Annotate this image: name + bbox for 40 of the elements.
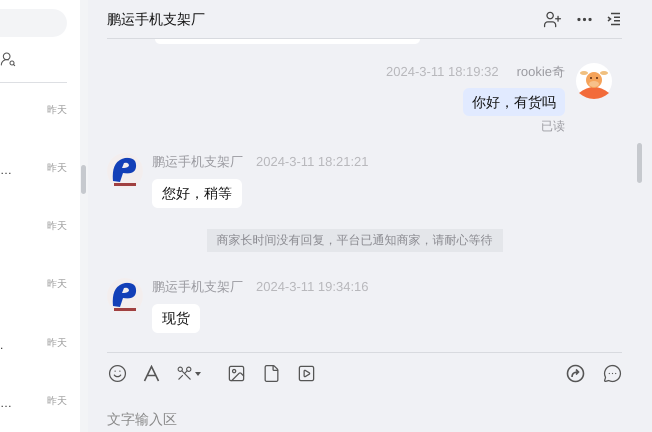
contact-search-icon[interactable] — [0, 51, 16, 68]
conversation-time: 昨天 — [47, 104, 67, 118]
conversation-time: 昨天 — [47, 220, 67, 234]
message-bubble: 您好，稍等 — [152, 179, 242, 208]
conversation-time: 昨天 — [47, 278, 67, 292]
screenshot-button[interactable] — [176, 365, 201, 382]
scrollbar-thumb[interactable] — [637, 143, 642, 183]
message-bubble: 现货 — [152, 304, 200, 333]
caret-icon — [195, 372, 201, 376]
file-icon[interactable] — [262, 364, 281, 383]
conversation-preview: … — [0, 394, 12, 412]
cow-avatar — [576, 63, 612, 99]
read-status: 已读 — [541, 119, 565, 134]
conversation-preview: . — [0, 336, 4, 354]
message-bubble: 你好，有货吗 — [463, 88, 565, 116]
conversation-time: 昨天 — [47, 394, 67, 409]
font-icon[interactable] — [143, 365, 160, 382]
video-icon[interactable] — [297, 364, 316, 383]
conversation-preview: … — [0, 162, 12, 180]
logo-avatar — [107, 278, 143, 314]
logo-avatar — [107, 153, 143, 189]
conversation-time: 昨天 — [47, 336, 67, 351]
sender-name: 鹏运手机支架厂 — [152, 153, 243, 172]
message-time: 2024-3-11 18:19:32 — [386, 63, 499, 82]
system-notice: 商家长时间没有回复，平台已通知商家，请耐心等待 — [206, 229, 502, 252]
image-icon[interactable] — [227, 364, 246, 383]
menu-icon[interactable] — [607, 12, 621, 26]
add-user-icon[interactable] — [543, 10, 562, 28]
scissors-icon — [176, 365, 193, 382]
chat-history-icon[interactable] — [603, 364, 622, 383]
emoji-icon[interactable] — [108, 364, 127, 383]
message-input-field[interactable]: 文字输入区 — [107, 409, 622, 430]
share-icon[interactable] — [566, 364, 585, 383]
chat-title: 鹏运手机支架厂 — [107, 10, 205, 28]
sender-name: 鹏运手机支架厂 — [152, 278, 243, 296]
scrollbar-thumb[interactable] — [81, 165, 86, 194]
sender-name: rookie奇 — [516, 63, 565, 82]
message-time: 2024-3-11 19:34:16 — [256, 278, 369, 296]
message-time: 2024-3-11 18:21:21 — [256, 153, 369, 172]
conversation-time: 昨天 — [47, 162, 67, 176]
